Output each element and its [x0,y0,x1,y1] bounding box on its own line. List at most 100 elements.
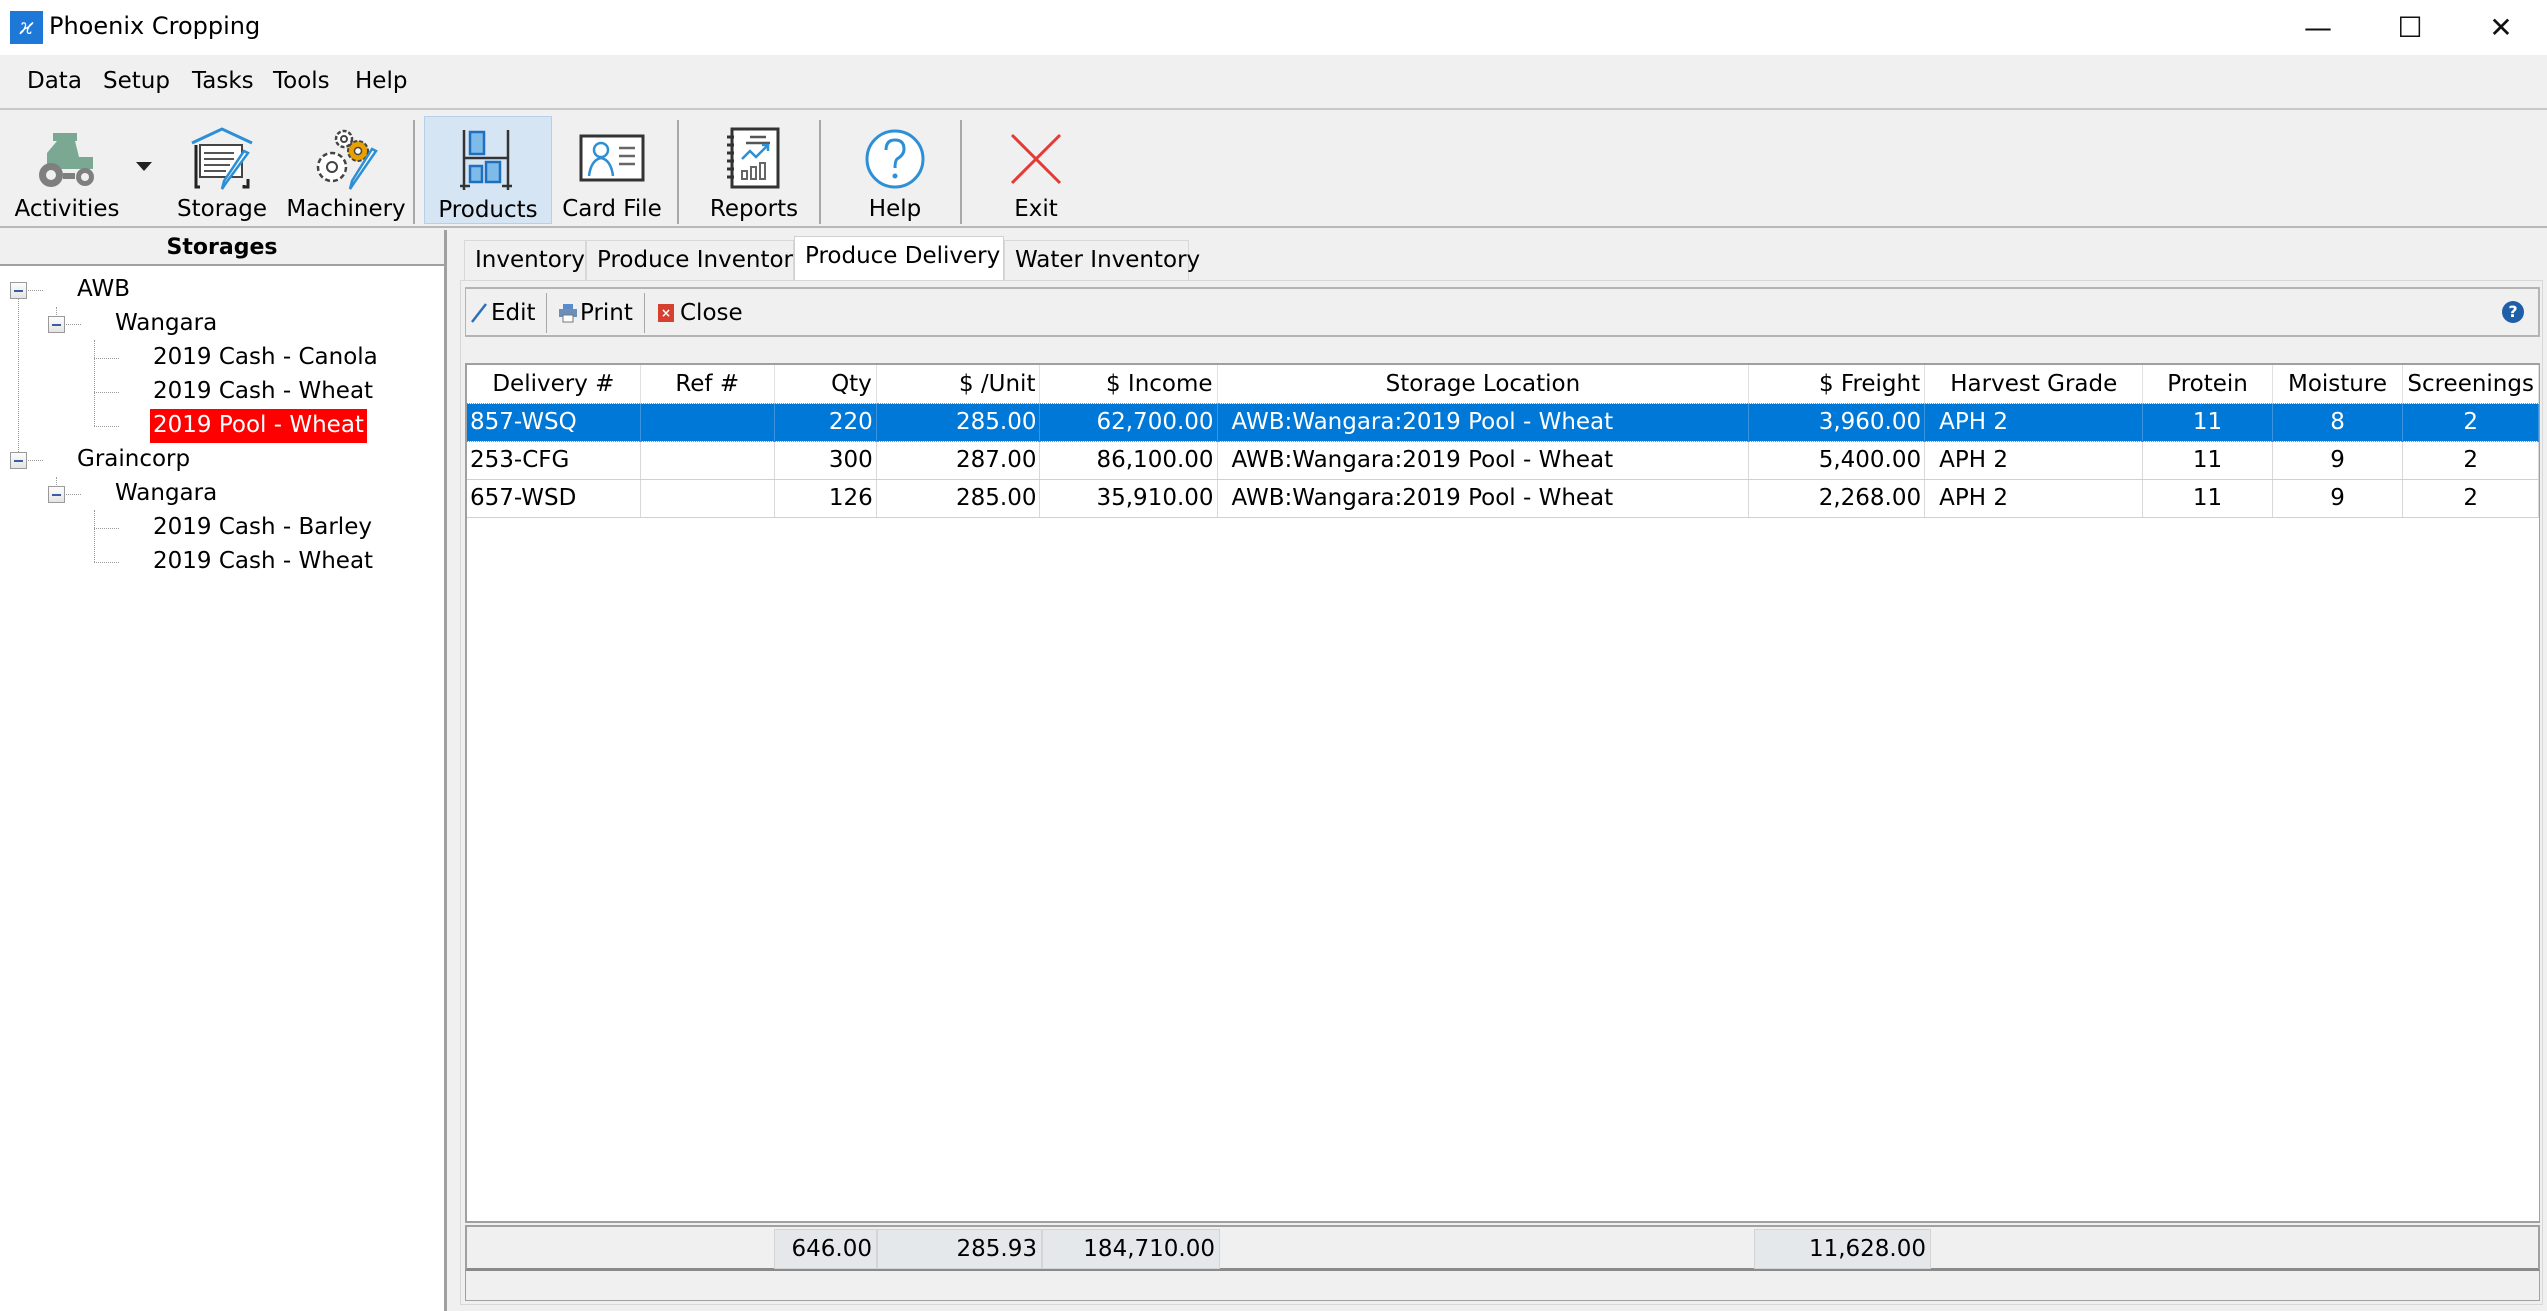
activities-label: Activities [14,196,120,222]
cell-delivery[interactable]: 253-CFG [467,441,641,480]
cell-protein[interactable]: 11 [2142,402,2273,442]
cell-storage-location[interactable]: AWB:Wangara:2019 Pool - Wheat [1217,402,1750,442]
menu-help[interactable]: Help [355,68,407,94]
tab-inventory[interactable]: Inventory [464,240,586,280]
cell-moisture[interactable]: 9 [2272,479,2404,518]
edit-button[interactable]: Edit [470,295,536,331]
panel-help-icon[interactable]: ? [2502,301,2524,323]
cell-screenings[interactable]: 2 [2402,441,2539,480]
menu-tasks[interactable]: Tasks [192,68,254,94]
close-button[interactable]: × Close [658,295,743,331]
cell-ref[interactable] [640,441,775,480]
cell-qty[interactable]: 220 [774,402,877,442]
cell-qty[interactable]: 300 [774,441,877,480]
cell-ref[interactable] [640,479,775,518]
reports-label: Reports [709,196,799,222]
tree-node-2019-pool-wheat[interactable]: 2019 Pool - Wheat [150,409,367,443]
total-freight: 11,628.00 [1754,1229,1931,1269]
column-header-screenings[interactable]: Screenings [2402,365,2539,403]
cell-freight[interactable]: 5,400.00 [1748,441,1926,480]
cell-freight[interactable]: 3,960.00 [1748,402,1926,442]
cell-income[interactable]: 86,100.00 [1039,441,1218,480]
tab-water-inventory[interactable]: Water Inventory [1004,240,1200,280]
maximize-button[interactable]: ☐ [2364,0,2456,55]
menu-setup[interactable]: Setup [103,68,170,94]
cell-delivery[interactable]: 857-WSQ [467,402,641,442]
products-label: Products [438,197,538,223]
collapse-awb-toggle[interactable] [10,282,27,299]
products-button[interactable]: Products [424,116,552,224]
cell-unit-price[interactable]: 285.00 [876,402,1041,442]
cell-harvest-grade[interactable]: APH 2 [1924,479,2144,518]
reports-button[interactable]: Reports [700,116,808,224]
column-header-storage-location[interactable]: Storage Location [1217,365,1750,403]
collapse-graincorp-toggle[interactable] [10,452,27,469]
edit-label: Edit [491,300,536,326]
menu-tools[interactable]: Tools [273,68,330,94]
minimize-button[interactable]: — [2272,0,2364,55]
sidebar-header: Storages [0,230,444,266]
cell-unit-price[interactable]: 287.00 [876,441,1041,480]
cell-storage-location[interactable]: AWB:Wangara:2019 Pool - Wheat [1217,441,1750,480]
tree-connector-line [28,460,43,461]
column-header-ref[interactable]: Ref # [640,365,775,403]
tree-node-2019-cash-wheat[interactable]: 2019 Cash - Wheat [150,375,376,409]
cell-ref[interactable] [640,402,775,442]
cell-screenings[interactable]: 2 [2402,479,2539,518]
cell-delivery[interactable]: 657-WSD [467,479,641,518]
menu-data[interactable]: Data [27,68,82,94]
total-unit-price: 285.93 [877,1229,1042,1269]
cell-moisture[interactable]: 9 [2272,441,2404,480]
column-header-delivery[interactable]: Delivery # [467,365,641,403]
storages-sidebar: Storages AWB Wangara 2019 Cash - Canola … [0,230,447,1311]
maximize-icon: ☐ [2397,11,2423,44]
machinery-button[interactable]: Machinery [284,116,408,224]
shelving-products-icon [453,125,523,195]
storage-button[interactable]: Storage [172,116,272,224]
column-header-qty[interactable]: Qty [774,365,877,403]
tree-node-2019-cash-barley[interactable]: 2019 Cash - Barley [150,511,375,545]
cell-storage-location[interactable]: AWB:Wangara:2019 Pool - Wheat [1217,479,1750,518]
table-row[interactable]: 657-WSD 126 285.00 35,910.00 AWB:Wangara… [467,479,2539,518]
tree-node-graincorp-2019-cash-wheat[interactable]: 2019 Cash - Wheat [150,545,376,579]
tab-produce-inventory[interactable]: Produce Inventory [586,240,807,280]
activities-button[interactable]: Activities [8,116,126,224]
table-row[interactable]: 857-WSQ 220 285.00 62,700.00 AWB:Wangara… [467,402,2539,442]
tree-node-2019-cash-canola[interactable]: 2019 Cash - Canola [150,341,381,375]
tractor-icon [32,124,102,194]
cell-protein[interactable]: 11 [2142,479,2273,518]
cell-moisture[interactable]: 8 [2272,402,2404,442]
tree-node-awb[interactable]: AWB [74,273,133,307]
column-header-unit-price[interactable]: $ /Unit [876,365,1041,403]
cell-unit-price[interactable]: 285.00 [876,479,1041,518]
activities-dropdown-arrow-icon[interactable] [136,162,152,171]
total-qty: 646.00 [774,1229,877,1269]
pencil-icon [471,303,487,323]
column-header-income[interactable]: $ Income [1039,365,1218,403]
exit-button[interactable]: Exit [984,116,1088,224]
tab-produce-delivery[interactable]: Produce Delivery [794,236,1004,282]
help-button[interactable]: Help [842,116,948,224]
column-header-protein[interactable]: Protein [2142,365,2273,403]
column-header-freight[interactable]: $ Freight [1748,365,1926,403]
column-header-harvest-grade[interactable]: Harvest Grade [1924,365,2144,403]
tree-node-graincorp[interactable]: Graincorp [74,443,193,477]
cell-harvest-grade[interactable]: APH 2 [1924,402,2144,442]
tree-node-awb-wangara[interactable]: Wangara [112,307,220,341]
print-button[interactable]: Print [558,295,633,331]
tree-connector-line [28,290,43,291]
cell-freight[interactable]: 2,268.00 [1748,479,1926,518]
cell-harvest-grade[interactable]: APH 2 [1924,441,2144,480]
cell-income[interactable]: 62,700.00 [1039,402,1218,442]
collapse-awb-wangara-toggle[interactable] [48,316,65,333]
collapse-graincorp-wangara-toggle[interactable] [48,486,65,503]
table-row[interactable]: 253-CFG 300 287.00 86,100.00 AWB:Wangara… [467,441,2539,480]
cell-protein[interactable]: 11 [2142,441,2273,480]
cell-income[interactable]: 35,910.00 [1039,479,1218,518]
column-header-moisture[interactable]: Moisture [2272,365,2404,403]
card-file-button[interactable]: Card File [556,116,668,224]
cell-qty[interactable]: 126 [774,479,877,518]
close-window-button[interactable]: ✕ [2455,0,2547,55]
tree-node-graincorp-wangara[interactable]: Wangara [112,477,220,511]
cell-screenings[interactable]: 2 [2402,402,2539,442]
